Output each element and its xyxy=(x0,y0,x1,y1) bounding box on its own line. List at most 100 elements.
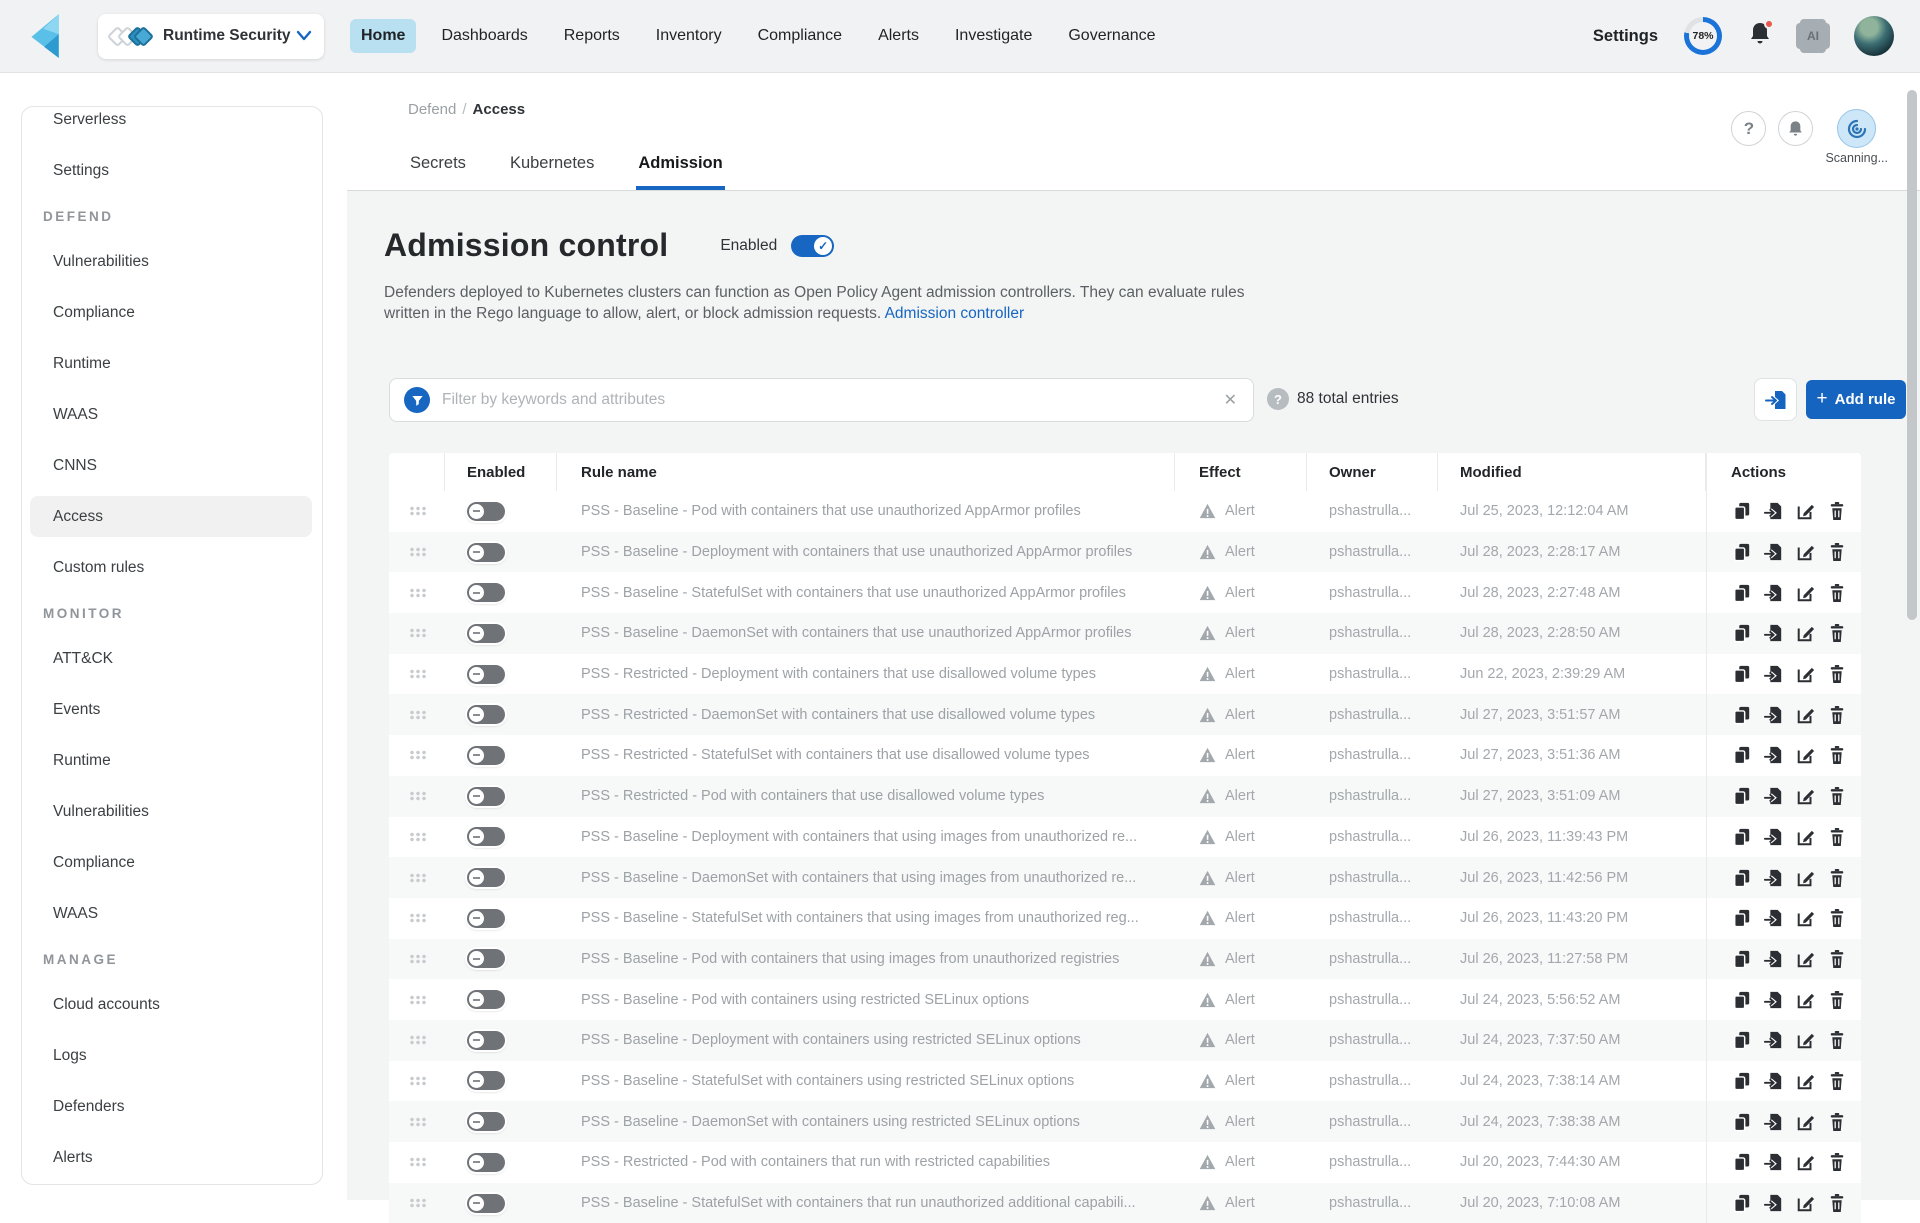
copy-rule-button[interactable] xyxy=(1731,1071,1751,1091)
rule-enabled-toggle[interactable] xyxy=(467,990,505,1009)
export-rule-button[interactable] xyxy=(1763,908,1783,928)
rule-name[interactable]: PSS - Restricted - Deployment with conta… xyxy=(581,666,1096,682)
settings-button[interactable]: Settings xyxy=(1593,27,1658,46)
usage-ring[interactable]: 78% xyxy=(1684,17,1722,55)
copy-rule-button[interactable] xyxy=(1731,542,1751,562)
notifications-bell-icon[interactable] xyxy=(1748,21,1772,52)
export-rule-button[interactable] xyxy=(1763,583,1783,603)
rule-enabled-toggle[interactable] xyxy=(467,827,505,846)
delete-rule-button[interactable] xyxy=(1827,745,1847,765)
rule-name[interactable]: PSS - Baseline - Deployment with contain… xyxy=(581,1032,1081,1048)
admission-controller-link[interactable]: Admission controller xyxy=(885,305,1025,322)
sidebar-item-settings[interactable]: Settings xyxy=(22,150,312,191)
rule-enabled-toggle[interactable] xyxy=(467,665,505,684)
clear-filter-icon[interactable]: ✕ xyxy=(1222,390,1239,410)
sidebar-item-defenders[interactable]: Defenders xyxy=(22,1086,312,1127)
export-rule-button[interactable] xyxy=(1763,868,1783,888)
help-button[interactable]: ? xyxy=(1731,111,1766,146)
edit-rule-button[interactable] xyxy=(1795,705,1815,725)
edit-rule-button[interactable] xyxy=(1795,1193,1815,1213)
drag-handle-icon[interactable] xyxy=(409,873,426,883)
rule-enabled-toggle[interactable] xyxy=(467,1031,505,1050)
export-rule-button[interactable] xyxy=(1763,949,1783,969)
col-rule-name[interactable]: Rule name xyxy=(557,453,1175,491)
admission-enabled-toggle[interactable]: ✓ xyxy=(791,235,834,257)
edit-rule-button[interactable] xyxy=(1795,583,1815,603)
sidebar-item-waas[interactable]: WAAS xyxy=(22,893,312,934)
filter-input[interactable] xyxy=(442,391,1222,409)
rule-name[interactable]: PSS - Restricted - Pod with containers t… xyxy=(581,788,1044,804)
edit-rule-button[interactable] xyxy=(1795,501,1815,521)
col-modified[interactable]: Modified xyxy=(1438,453,1706,491)
sidebar-item-events[interactable]: Events xyxy=(22,689,312,730)
rule-name[interactable]: PSS - Baseline - StatefulSet with contai… xyxy=(581,585,1126,601)
announcements-bell-button[interactable] xyxy=(1778,111,1813,146)
copy-rule-button[interactable] xyxy=(1731,1152,1751,1172)
export-rule-button[interactable] xyxy=(1763,990,1783,1010)
rule-enabled-toggle[interactable] xyxy=(467,1153,505,1172)
sidebar-item-alerts[interactable]: Alerts xyxy=(22,1137,312,1178)
delete-rule-button[interactable] xyxy=(1827,868,1847,888)
user-avatar[interactable] xyxy=(1854,16,1894,56)
sidebar-item-cnns[interactable]: CNNS xyxy=(22,445,312,486)
filter-funnel-icon[interactable] xyxy=(404,387,430,413)
sidebar-item-logs[interactable]: Logs xyxy=(22,1035,312,1076)
rule-name[interactable]: PSS - Baseline - Deployment with contain… xyxy=(581,544,1132,560)
rule-enabled-toggle[interactable] xyxy=(467,543,505,562)
edit-rule-button[interactable] xyxy=(1795,990,1815,1010)
copy-rule-button[interactable] xyxy=(1731,868,1751,888)
rule-name[interactable]: PSS - Restricted - StatefulSet with cont… xyxy=(581,747,1090,763)
copy-rule-button[interactable] xyxy=(1731,705,1751,725)
rule-name[interactable]: PSS - Baseline - StatefulSet with contai… xyxy=(581,1195,1136,1211)
copy-rule-button[interactable] xyxy=(1731,745,1751,765)
rule-enabled-toggle[interactable] xyxy=(467,502,505,521)
product-switcher[interactable]: Runtime Security xyxy=(98,14,324,59)
rule-enabled-toggle[interactable] xyxy=(467,868,505,887)
export-rule-button[interactable] xyxy=(1763,827,1783,847)
export-rule-button[interactable] xyxy=(1763,1030,1783,1050)
delete-rule-button[interactable] xyxy=(1827,827,1847,847)
rule-enabled-toggle[interactable] xyxy=(467,583,505,602)
drag-handle-icon[interactable] xyxy=(409,588,426,598)
copy-rule-button[interactable] xyxy=(1731,949,1751,969)
drag-handle-icon[interactable] xyxy=(409,995,426,1005)
export-rule-button[interactable] xyxy=(1763,664,1783,684)
delete-rule-button[interactable] xyxy=(1827,583,1847,603)
export-rule-button[interactable] xyxy=(1763,786,1783,806)
delete-rule-button[interactable] xyxy=(1827,1152,1847,1172)
rule-enabled-toggle[interactable] xyxy=(467,1194,505,1213)
edit-rule-button[interactable] xyxy=(1795,786,1815,806)
copy-rule-button[interactable] xyxy=(1731,623,1751,643)
drag-handle-icon[interactable] xyxy=(409,791,426,801)
drag-handle-icon[interactable] xyxy=(409,954,426,964)
rule-name[interactable]: PSS - Baseline - Pod with containers tha… xyxy=(581,951,1119,967)
export-rule-button[interactable] xyxy=(1763,1071,1783,1091)
copy-rule-button[interactable] xyxy=(1731,1030,1751,1050)
drag-handle-icon[interactable] xyxy=(409,1076,426,1086)
rule-name[interactable]: PSS - Restricted - DaemonSet with contai… xyxy=(581,707,1095,723)
drag-handle-icon[interactable] xyxy=(409,547,426,557)
tab-admission[interactable]: Admission xyxy=(636,154,724,190)
copy-rule-button[interactable] xyxy=(1731,908,1751,928)
copy-rule-button[interactable] xyxy=(1731,664,1751,684)
drag-handle-icon[interactable] xyxy=(409,506,426,516)
sidebar-item-compliance[interactable]: Compliance xyxy=(22,842,312,883)
drag-handle-icon[interactable] xyxy=(409,832,426,842)
nav-item-reports[interactable]: Reports xyxy=(553,19,631,53)
rule-name[interactable]: PSS - Baseline - DaemonSet with containe… xyxy=(581,625,1131,641)
drag-handle-icon[interactable] xyxy=(409,669,426,679)
drag-handle-icon[interactable] xyxy=(409,1117,426,1127)
nav-item-alerts[interactable]: Alerts xyxy=(867,19,930,53)
page-scrollbar[interactable] xyxy=(1907,90,1917,620)
rule-enabled-toggle[interactable] xyxy=(467,746,505,765)
delete-rule-button[interactable] xyxy=(1827,664,1847,684)
nav-item-governance[interactable]: Governance xyxy=(1057,19,1166,53)
edit-rule-button[interactable] xyxy=(1795,1071,1815,1091)
rule-name[interactable]: PSS - Restricted - Pod with containers t… xyxy=(581,1154,1050,1170)
prisma-logo[interactable] xyxy=(26,12,66,60)
sidebar-item-access[interactable]: Access xyxy=(30,496,312,537)
copy-rule-button[interactable] xyxy=(1731,1112,1751,1132)
sidebar-item-runtime[interactable]: Runtime xyxy=(22,343,312,384)
edit-rule-button[interactable] xyxy=(1795,1152,1815,1172)
sidebar-item-serverless[interactable]: Serverless xyxy=(22,106,312,140)
